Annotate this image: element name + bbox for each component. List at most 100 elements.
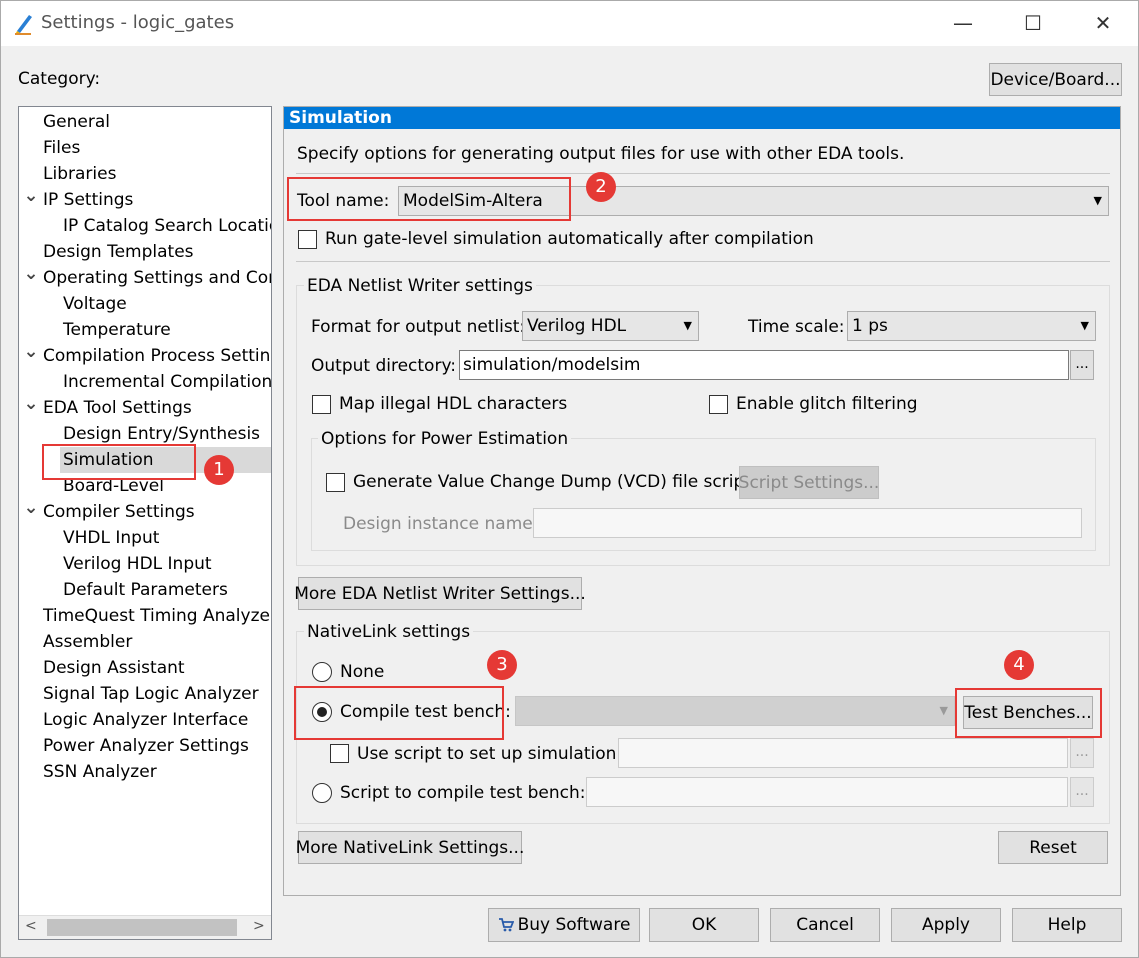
- test-bench-select[interactable]: ▼: [515, 696, 955, 726]
- horizontal-scrollbar[interactable]: < >: [19, 915, 271, 939]
- sidebar-item-timequest-timing-analyzer[interactable]: TimeQuest Timing Analyzer: [19, 603, 271, 629]
- sidebar-item-label: Default Parameters: [63, 580, 228, 600]
- more-eda-settings-button[interactable]: More EDA Netlist Writer Settings...: [294, 577, 586, 610]
- sidebar-item-label: Incremental Compilation: [63, 372, 272, 392]
- chevron-down-icon[interactable]: ⌄: [23, 395, 39, 421]
- sidebar-item-incremental-compilation[interactable]: Incremental Compilation: [19, 369, 271, 395]
- panel-title: Simulation: [284, 107, 1120, 129]
- settings-window: Settings - logic_gates — ☐ ✕ Category: D…: [0, 0, 1139, 958]
- sidebar-item-label: SSN Analyzer: [43, 762, 157, 782]
- minimize-icon[interactable]: —: [945, 9, 981, 37]
- chevron-down-icon[interactable]: ⌄: [23, 499, 39, 525]
- annotation-badge-1: 1: [204, 455, 234, 485]
- sidebar-item-label: Libraries: [43, 164, 117, 184]
- annotation-badge-4: 4: [1004, 650, 1034, 680]
- buy-software-label: Buy Software: [517, 915, 631, 935]
- sidebar-item-vhdl-input[interactable]: VHDL Input: [19, 525, 271, 551]
- sidebar-item-operating-settings-and-conditions[interactable]: ⌄Operating Settings and Conditions: [19, 265, 271, 291]
- cancel-button[interactable]: Cancel: [770, 908, 880, 942]
- ok-button[interactable]: OK: [649, 908, 759, 942]
- chevron-down-icon[interactable]: ⌄: [23, 343, 39, 369]
- sidebar-item-compiler-settings[interactable]: ⌄ Compiler Settings: [19, 499, 271, 525]
- sidebar-item-logic-analyzer-interface[interactable]: Logic Analyzer Interface: [19, 707, 271, 733]
- none-radio[interactable]: [312, 662, 332, 682]
- scroll-left-icon[interactable]: <: [25, 918, 37, 934]
- output-dir-input[interactable]: simulation/modelsim: [459, 350, 1069, 380]
- time-scale-label: Time scale:: [748, 317, 845, 337]
- sidebar-item-compilation-process-settings[interactable]: ⌄ Compilation Process Settings: [19, 343, 271, 369]
- sidebar-item-signal-tap-logic-analyzer[interactable]: Signal Tap Logic Analyzer: [19, 681, 271, 707]
- annotation-box-2: [287, 177, 571, 221]
- script-compile-radio[interactable]: [312, 783, 332, 803]
- sidebar-item-assembler[interactable]: Assembler: [19, 629, 271, 655]
- vcd-label: Generate Value Change Dump (VCD) file sc…: [353, 472, 751, 492]
- category-tree[interactable]: General Files Libraries ⌄ IP Settings IP Cata…: [18, 106, 272, 940]
- sidebar-item-voltage[interactable]: Voltage: [19, 291, 271, 317]
- use-script-input[interactable]: [618, 738, 1068, 768]
- annotation-box-4: [955, 688, 1102, 738]
- sidebar-item-label: EDA Tool Settings: [43, 398, 192, 418]
- sidebar-item-label: Verilog HDL Input: [63, 554, 212, 574]
- more-nativelink-settings-button[interactable]: More NativeLink Settings...: [296, 831, 524, 864]
- output-dir-browse-button[interactable]: ...: [1070, 350, 1094, 380]
- sidebar-item-ssn-analyzer[interactable]: SSN Analyzer: [19, 759, 271, 785]
- use-script-browse-button[interactable]: ...: [1070, 738, 1094, 768]
- script-compile-label: Script to compile test bench:: [340, 783, 586, 803]
- simulation-panel: Simulation Specify options for generatin…: [283, 106, 1121, 896]
- vcd-checkbox[interactable]: [326, 473, 345, 492]
- run-gate-level-checkbox[interactable]: [298, 230, 317, 249]
- sidebar-item-label: General: [43, 112, 110, 132]
- sidebar-item-design-templates[interactable]: Design Templates: [19, 239, 271, 265]
- design-instance-input[interactable]: [533, 508, 1082, 538]
- panel-description: Specify options for generating output fi…: [297, 144, 905, 164]
- reset-button[interactable]: Reset: [998, 831, 1108, 864]
- use-script-checkbox[interactable]: [330, 744, 349, 763]
- category-label: Category:: [18, 69, 101, 89]
- sidebar-item-eda-tool-settings[interactable]: ⌄ EDA Tool Settings: [19, 395, 271, 421]
- sidebar-item-label: Temperature: [63, 320, 171, 340]
- scroll-right-icon[interactable]: >: [253, 918, 265, 934]
- sidebar-item-label: Design Templates: [43, 242, 194, 262]
- script-compile-browse-button[interactable]: ...: [1070, 777, 1094, 807]
- map-illegal-checkbox[interactable]: [312, 395, 331, 414]
- help-button[interactable]: Help: [1012, 908, 1122, 942]
- design-instance-label: Design instance name:: [343, 514, 539, 534]
- script-compile-input[interactable]: [586, 777, 1068, 807]
- sidebar-item-verilog-hdl-input[interactable]: Verilog HDL Input: [19, 551, 271, 577]
- device-board-button[interactable]: Device/Board...: [989, 63, 1122, 96]
- format-select[interactable]: Verilog HDL ▼: [522, 311, 699, 341]
- time-scale-select[interactable]: 1 ps ▼: [847, 311, 1096, 341]
- eda-netlist-title: EDA Netlist Writer settings: [304, 276, 536, 296]
- sidebar-item-ip-catalog-search-locations[interactable]: IP Catalog Search Locations: [19, 213, 271, 239]
- time-scale-value: 1 ps: [852, 316, 888, 336]
- sidebar-item-ip-settings[interactable]: ⌄ IP Settings: [19, 187, 271, 213]
- sidebar-item-power-analyzer-settings[interactable]: Power Analyzer Settings: [19, 733, 271, 759]
- map-illegal-label: Map illegal HDL characters: [339, 394, 568, 414]
- sidebar-item-label: Files: [43, 138, 81, 158]
- sidebar-item-label: Design Assistant: [43, 658, 185, 678]
- sidebar-item-temperature[interactable]: Temperature: [19, 317, 271, 343]
- scrollbar-thumb[interactable]: [47, 919, 237, 936]
- script-settings-button[interactable]: Script Settings...: [739, 466, 879, 499]
- apply-button[interactable]: Apply: [891, 908, 1001, 942]
- sidebar-item-libraries[interactable]: Libraries: [19, 161, 271, 187]
- annotation-badge-3: 3: [487, 650, 517, 680]
- annotation-box-3: [294, 686, 504, 740]
- sidebar-item-general[interactable]: General: [19, 109, 271, 135]
- nativelink-title: NativeLink settings: [304, 622, 474, 642]
- chevron-down-icon[interactable]: ⌄: [23, 265, 39, 291]
- sidebar-item-default-parameters[interactable]: Default Parameters: [19, 577, 271, 603]
- format-value: Verilog HDL: [527, 316, 627, 336]
- none-label: None: [340, 662, 385, 682]
- sidebar-item-files[interactable]: Files: [19, 135, 271, 161]
- use-script-label: Use script to set up simulation:: [357, 744, 623, 764]
- maximize-icon[interactable]: ☐: [1015, 9, 1051, 37]
- chevron-down-icon[interactable]: ⌄: [23, 187, 39, 213]
- close-icon[interactable]: ✕: [1085, 9, 1121, 37]
- glitch-filter-checkbox[interactable]: [709, 395, 728, 414]
- output-dir-label: Output directory:: [311, 356, 456, 376]
- sidebar-item-design-assistant[interactable]: Design Assistant: [19, 655, 271, 681]
- buy-software-button[interactable]: Buy Software: [488, 908, 640, 942]
- sidebar-item-label: VHDL Input: [63, 528, 160, 548]
- glitch-filter-label: Enable glitch filtering: [736, 394, 918, 414]
